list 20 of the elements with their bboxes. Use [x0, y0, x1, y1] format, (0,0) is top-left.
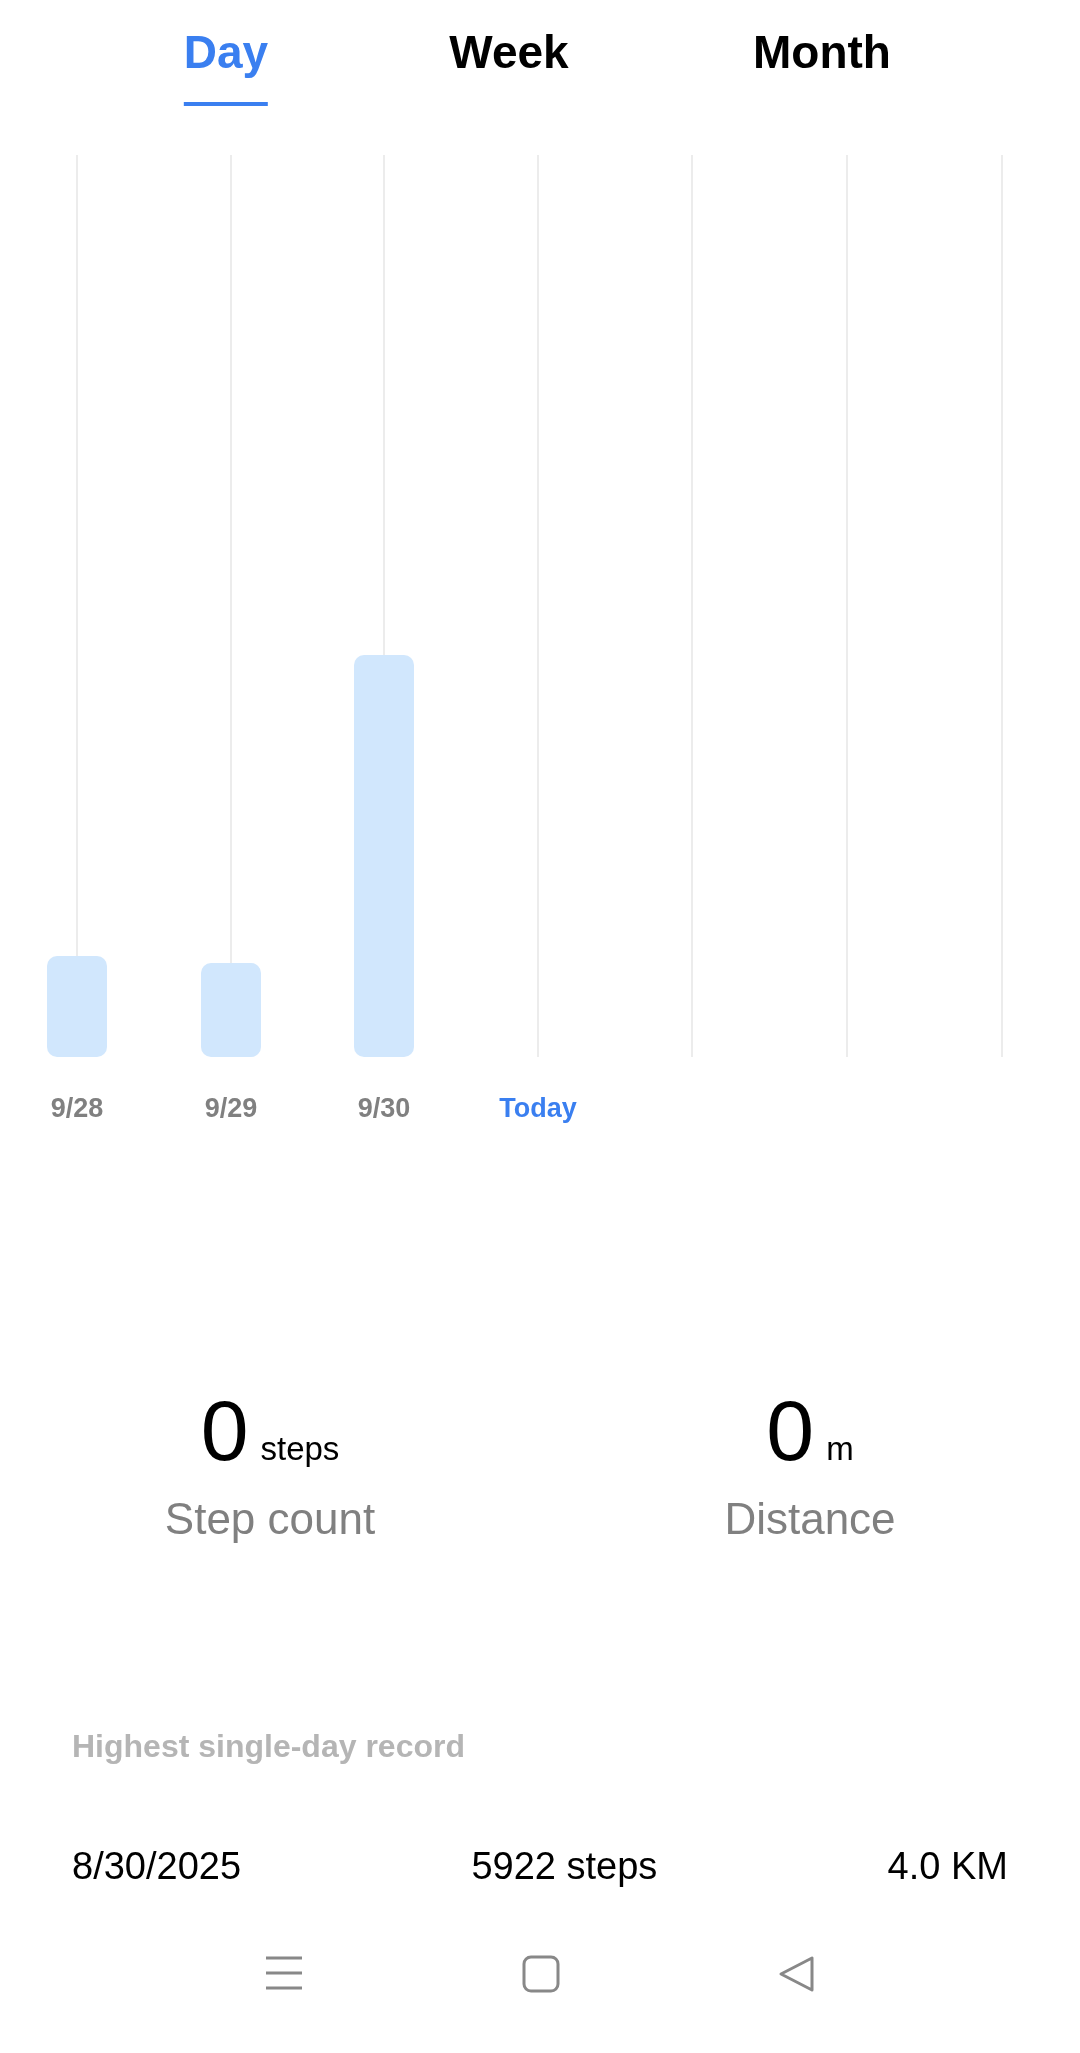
back-icon[interactable] [778, 1955, 816, 1993]
record-steps: 5922 steps [471, 1838, 658, 1895]
home-icon[interactable] [522, 1955, 560, 1993]
stat-value: 0 [766, 1382, 815, 1478]
date-label: 9/28 [50, 1092, 104, 1125]
tab[interactable]: Week [449, 24, 569, 106]
record-date: 8/30/2025 [72, 1844, 242, 1889]
stat-unit: steps [260, 1429, 340, 1469]
tab[interactable]: Month [753, 24, 891, 106]
stat-label: Distance [724, 1493, 896, 1545]
record-title: Highest single-day record [72, 1727, 466, 1766]
record-distance: 4.0 KM [887, 1844, 1008, 1889]
stat-unit: m [826, 1429, 854, 1469]
date-label: 9/29 [204, 1092, 258, 1125]
date-label: 9/30 [357, 1092, 411, 1125]
stat-label: Step count [164, 1493, 376, 1545]
menu-icon[interactable] [264, 1955, 304, 1991]
stat-value: 0 [200, 1382, 249, 1478]
date-label: Today [499, 1092, 577, 1125]
tab[interactable]: Day [183, 24, 269, 106]
